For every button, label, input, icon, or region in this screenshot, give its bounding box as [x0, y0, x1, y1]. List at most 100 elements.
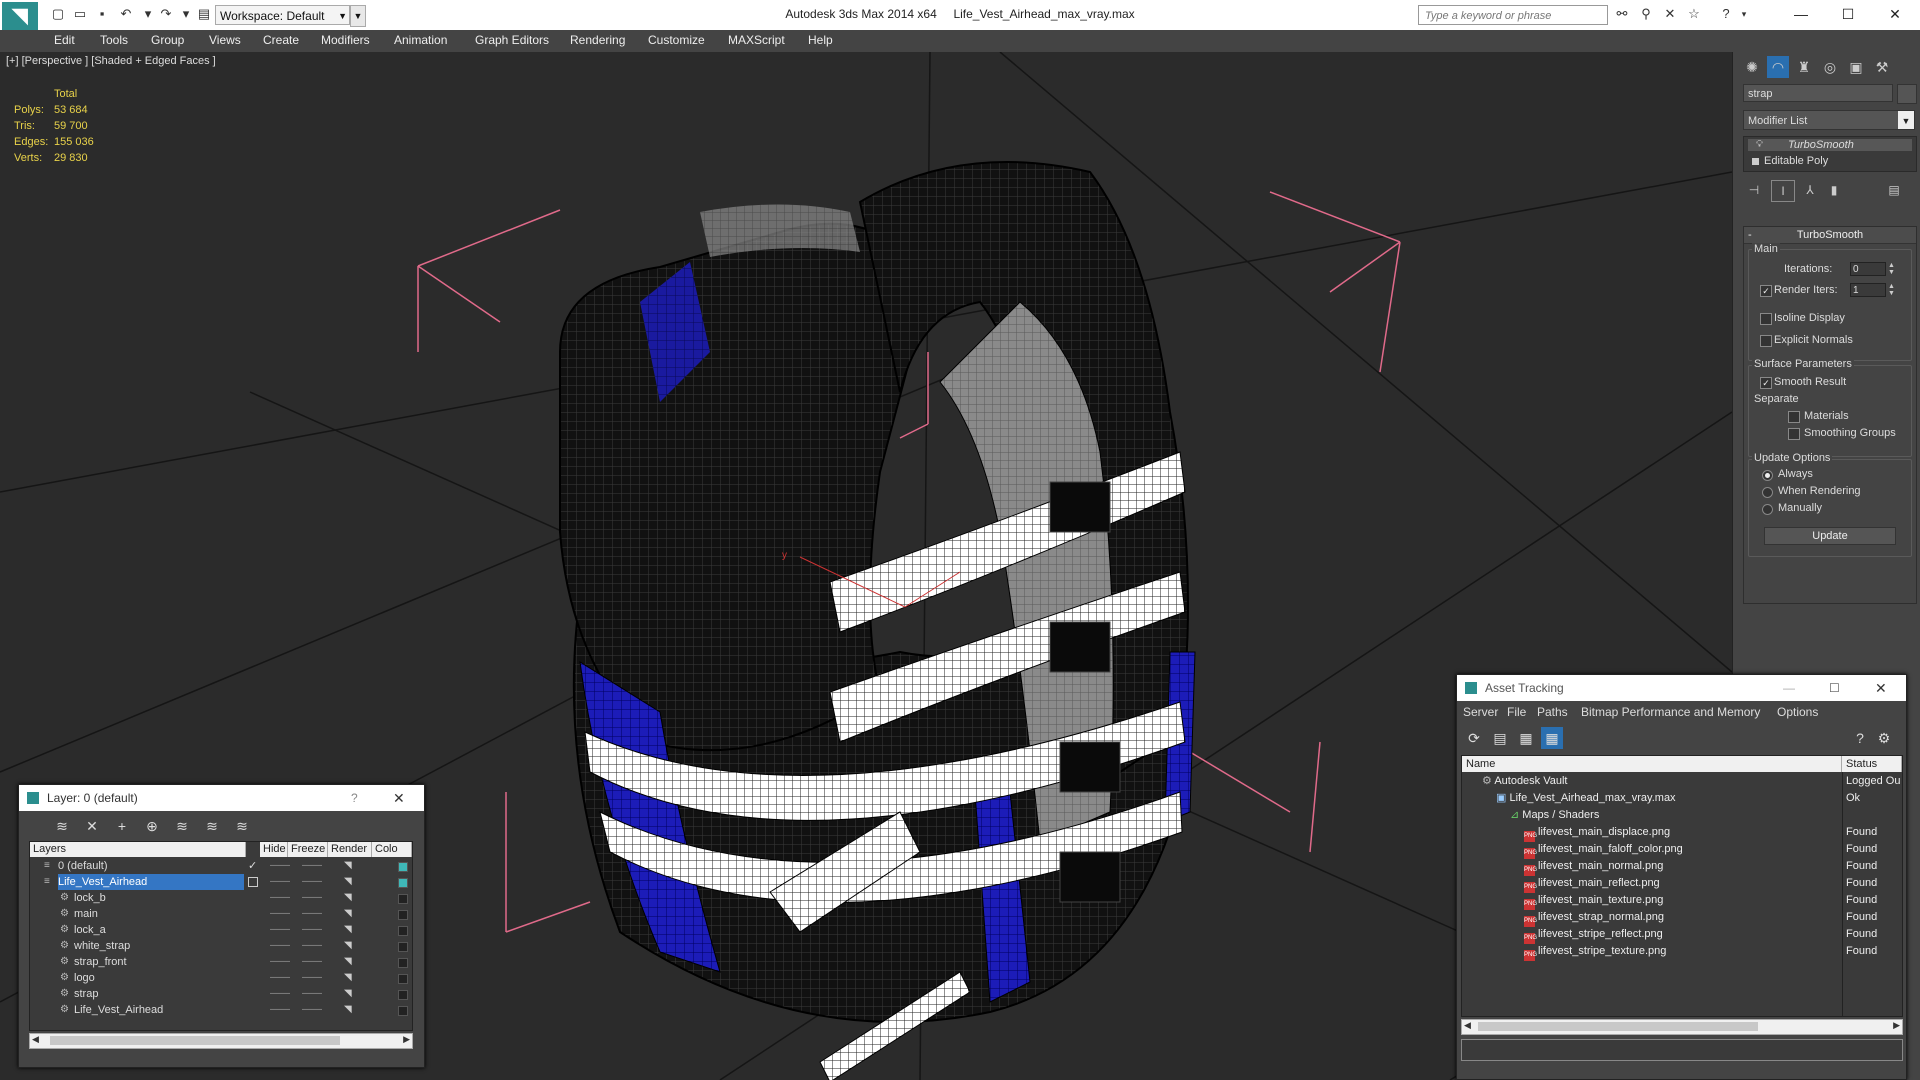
spinner-arrows-icon[interactable]: ▲ ▼: [1888, 283, 1896, 297]
utilities-tab-icon[interactable]: ⚒: [1871, 56, 1893, 78]
undo-icon[interactable]: ↶: [118, 6, 134, 22]
layer-row[interactable]: ≡ 0 (default) ✓ —— —— ◥: [30, 858, 412, 874]
modify-tab-icon[interactable]: ◠: [1767, 56, 1789, 78]
freeze-toggle[interactable]: ——: [302, 858, 322, 874]
rollout-title[interactable]: - TurboSmooth: [1744, 227, 1916, 244]
help-icon[interactable]: ?: [1849, 727, 1871, 749]
new-file-icon[interactable]: ▢: [50, 6, 66, 22]
smooth-result-checkbox[interactable]: ✓: [1760, 377, 1772, 389]
scroll-left-icon[interactable]: ◀: [1464, 1020, 1471, 1031]
hide-toggle[interactable]: ——: [270, 890, 290, 906]
menu-rendering[interactable]: Rendering: [570, 33, 625, 47]
list-view-icon[interactable]: ▤: [1489, 727, 1511, 749]
when-rendering-radio[interactable]: [1762, 487, 1773, 498]
motion-tab-icon[interactable]: ◎: [1819, 56, 1841, 78]
layer-row[interactable]: ⚙ lock_a —— —— ◥: [30, 922, 412, 938]
minimize-button[interactable]: —: [1786, 4, 1816, 24]
menu-views[interactable]: Views: [209, 33, 241, 47]
render-teapot-icon[interactable]: ◥: [344, 874, 352, 890]
help-dropdown-icon[interactable]: ▾: [1736, 6, 1752, 22]
highlight-layer-icon[interactable]: ≋: [171, 815, 193, 837]
modifier-list-dropdown[interactable]: Modifier List ▼: [1743, 110, 1915, 130]
help-icon[interactable]: ?: [351, 785, 358, 811]
layer-row[interactable]: ≡ Life_Vest_Airhead —— —— ◥: [30, 874, 412, 890]
layer-row[interactable]: ⚙ main —— —— ◥: [30, 906, 412, 922]
show-end-result-icon[interactable]: I: [1771, 180, 1795, 202]
freeze-toggle[interactable]: ——: [302, 874, 322, 890]
update-button[interactable]: Update: [1764, 527, 1896, 545]
make-unique-icon[interactable]: ⅄: [1799, 180, 1821, 200]
column-header-status[interactable]: Status: [1842, 756, 1902, 772]
iterations-input[interactable]: 0: [1850, 262, 1886, 276]
freeze-toggle[interactable]: ——: [302, 922, 322, 938]
menu-modifiers[interactable]: Modifiers: [321, 33, 370, 47]
maximize-button[interactable]: ☐: [1833, 4, 1863, 24]
freeze-toggle[interactable]: ——: [302, 938, 322, 954]
open-file-icon[interactable]: ▭: [72, 6, 88, 22]
asset-row[interactable]: PNGlifevest_strap_normal.png Found: [1462, 909, 1902, 927]
asset-row[interactable]: PNGlifevest_main_faloff_color.png Found: [1462, 841, 1902, 859]
display-tab-icon[interactable]: ▣: [1845, 56, 1867, 78]
hide-toggle[interactable]: ——: [270, 954, 290, 970]
render-iters-checkbox[interactable]: ✓: [1760, 285, 1772, 297]
render-teapot-icon[interactable]: ◥: [344, 906, 352, 922]
select-objects-icon[interactable]: ⊕: [141, 815, 163, 837]
layer-color-swatch[interactable]: [398, 926, 408, 936]
add-to-layer-icon[interactable]: +: [111, 815, 133, 837]
scroll-right-icon[interactable]: ▶: [1893, 1020, 1900, 1031]
layer-row[interactable]: ⚙ lock_b —— —— ◥: [30, 890, 412, 906]
hide-toggle[interactable]: ——: [270, 970, 290, 986]
freeze-toggle[interactable]: ——: [302, 986, 322, 1002]
layer-row[interactable]: ⚙ logo —— —— ◥: [30, 970, 412, 986]
menu-help[interactable]: Help: [808, 33, 833, 47]
layer-row[interactable]: ⚙ Life_Vest_Airhead —— —— ◥: [30, 1002, 412, 1018]
explicit-normals-checkbox[interactable]: [1760, 335, 1772, 347]
hide-toggle[interactable]: ——: [270, 874, 290, 890]
layer-color-swatch[interactable]: [398, 974, 408, 984]
layer-row[interactable]: ⚙ strap —— —— ◥: [30, 986, 412, 1002]
layer-row[interactable]: ⚙ strap_front —— —— ◥: [30, 954, 412, 970]
render-teapot-icon[interactable]: ◥: [344, 890, 352, 906]
freeze-toggle[interactable]: ——: [302, 890, 322, 906]
render-teapot-icon[interactable]: ◥: [344, 986, 352, 1002]
create-tab-icon[interactable]: ✺: [1741, 56, 1763, 78]
active-layer-check-icon[interactable]: ✓: [248, 858, 257, 874]
table-view-icon[interactable]: ▦: [1541, 727, 1563, 749]
scroll-thumb[interactable]: [50, 1036, 340, 1045]
layer-color-swatch[interactable]: [398, 862, 408, 872]
freeze-toggle[interactable]: ——: [302, 970, 322, 986]
redo-icon[interactable]: ↷: [158, 6, 174, 22]
column-header-name[interactable]: Name: [1462, 756, 1842, 772]
render-teapot-icon[interactable]: ◥: [344, 1002, 352, 1018]
undo-dropdown-icon[interactable]: ▾: [140, 6, 156, 22]
asset-row[interactable]: PNGlifevest_stripe_reflect.png Found: [1462, 926, 1902, 944]
menu-edit[interactable]: Edit: [54, 33, 75, 47]
hierarchy-tab-icon[interactable]: ♜: [1793, 56, 1815, 78]
active-layer-box-icon[interactable]: [248, 877, 258, 887]
isoline-display-checkbox[interactable]: [1760, 313, 1772, 325]
asset-path-field[interactable]: [1461, 1039, 1903, 1061]
settings-icon[interactable]: ⚙: [1873, 727, 1895, 749]
lightbulb-icon[interactable]: 💡︎: [1756, 139, 1763, 150]
menu-customize[interactable]: Customize: [648, 33, 705, 47]
asset-menu-paths[interactable]: Paths: [1537, 705, 1568, 719]
layer-color-swatch[interactable]: [398, 942, 408, 952]
maximize-button[interactable]: ☐: [1829, 675, 1840, 701]
asset-row[interactable]: ▣ Life_Vest_Airhead_max_vray.max Ok: [1462, 790, 1902, 807]
layer-color-swatch[interactable]: [398, 958, 408, 968]
menu-tools[interactable]: Tools: [100, 33, 128, 47]
freeze-toggle[interactable]: ——: [302, 1002, 322, 1018]
workspace-dropdown[interactable]: Workspace: Default ▼: [215, 5, 350, 25]
object-color-swatch[interactable]: [1897, 84, 1917, 104]
new-layer-icon[interactable]: ≋: [51, 815, 73, 837]
help-icon[interactable]: ?: [1718, 6, 1734, 22]
column-header-layers[interactable]: Layers: [30, 842, 246, 857]
menu-maxscript[interactable]: MAXScript: [728, 33, 785, 47]
refresh-icon[interactable]: ⟳: [1463, 727, 1485, 749]
search-input[interactable]: Type a keyword or phrase: [1418, 5, 1608, 25]
close-icon[interactable]: ✕: [393, 785, 405, 811]
close-button[interactable]: ✕: [1880, 4, 1910, 24]
subscription-icon[interactable]: ⚲: [1638, 6, 1654, 22]
asset-menu-options[interactable]: Options: [1777, 705, 1818, 719]
binoculars-icon[interactable]: ⚯: [1614, 6, 1630, 22]
